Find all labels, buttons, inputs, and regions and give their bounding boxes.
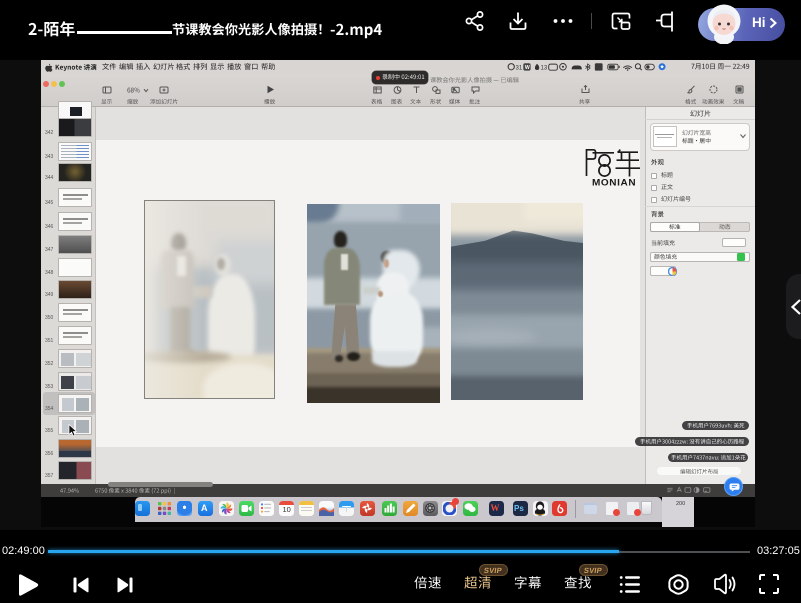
svg-text:W: W bbox=[525, 64, 530, 70]
svg-text:13: 13 bbox=[541, 65, 548, 71]
svg-text:31: 31 bbox=[516, 65, 523, 71]
